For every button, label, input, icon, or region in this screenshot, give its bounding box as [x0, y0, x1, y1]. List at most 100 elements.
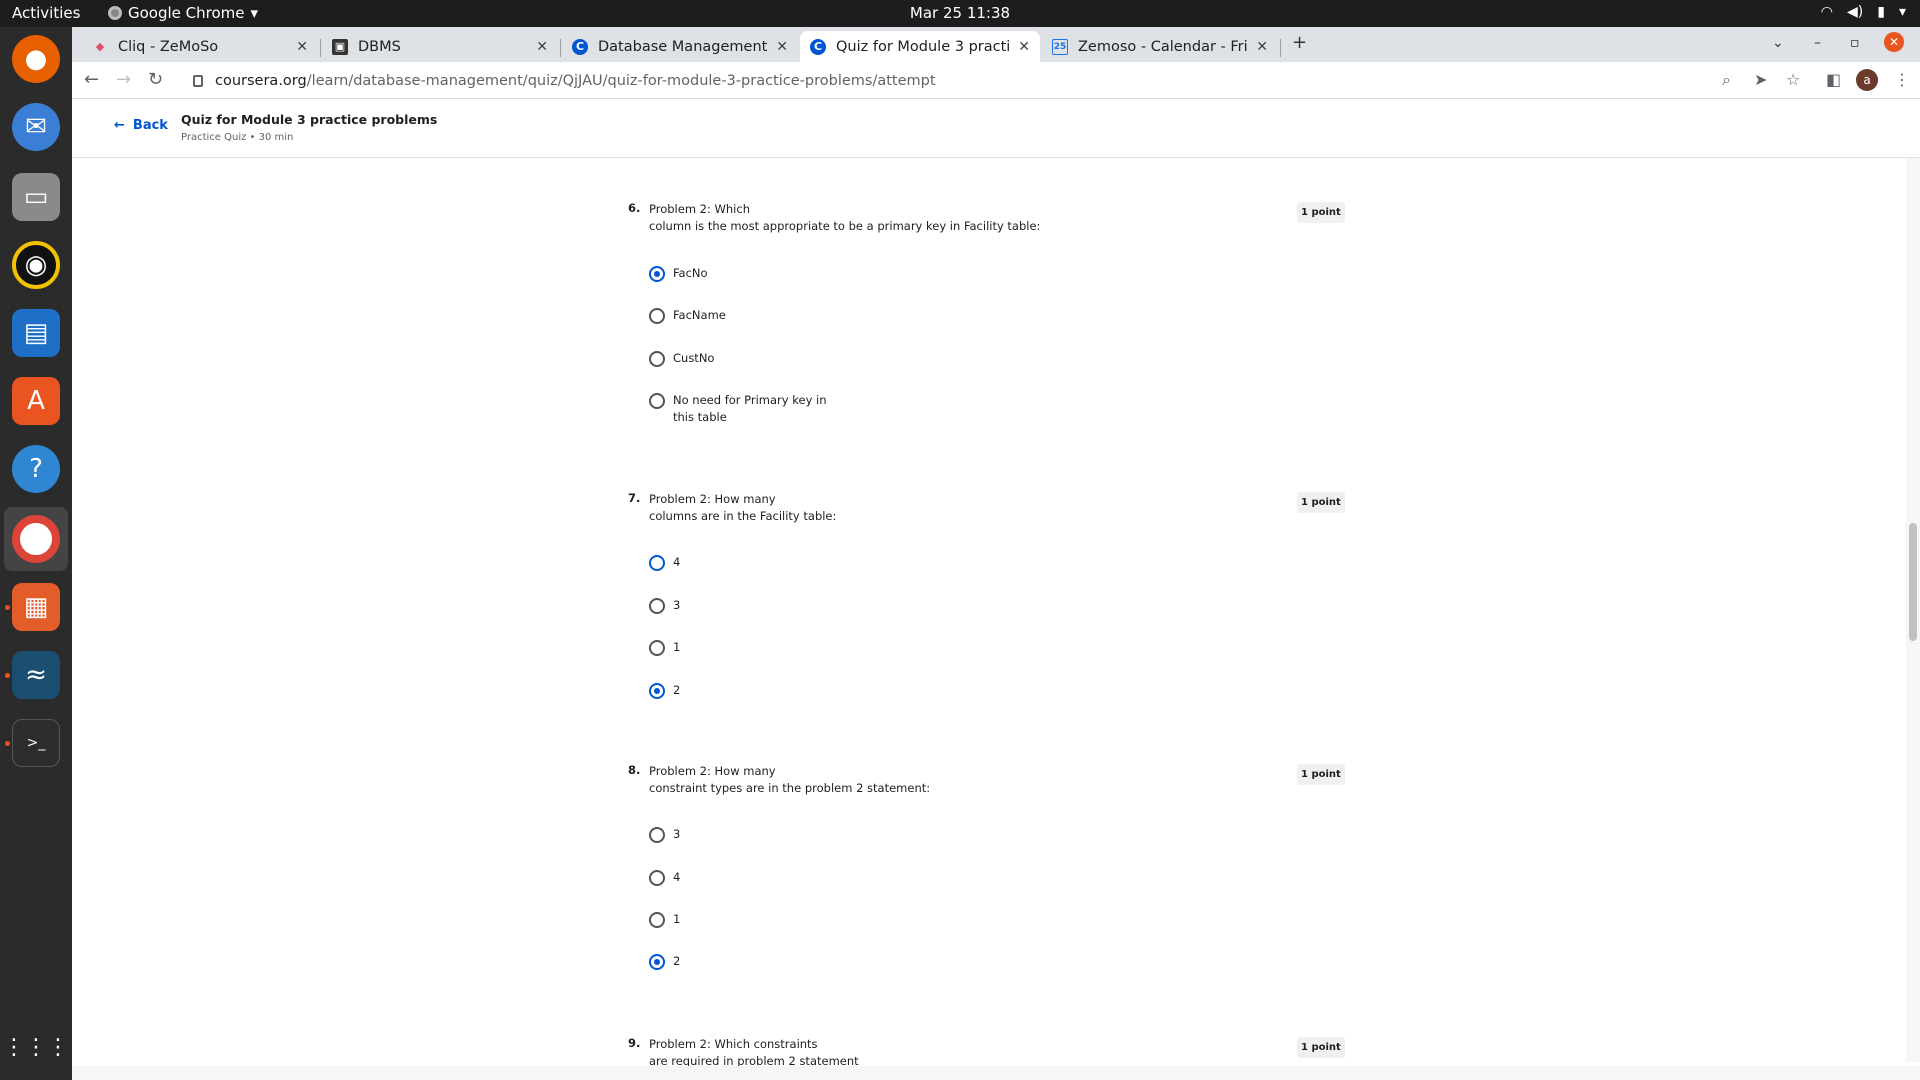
vertical-scrollbar[interactable] — [1906, 158, 1920, 1062]
tab-separator — [320, 39, 321, 57]
tab-quiz[interactable]: C Quiz for Module 3 practic ✕ — [800, 31, 1040, 62]
radio-button[interactable] — [649, 827, 665, 843]
question-number: 8. — [628, 763, 641, 777]
answer-option[interactable]: FacNo — [649, 265, 708, 282]
radio-button[interactable] — [649, 266, 665, 282]
tab-cliq[interactable]: ◆ Cliq - ZeMoSo ✕ — [82, 31, 318, 62]
radio-button[interactable] — [649, 351, 665, 367]
tab-calendar[interactable]: 25 Zemoso - Calendar - Friday ✕ — [1042, 31, 1278, 62]
close-window-icon[interactable]: ✕ — [1884, 32, 1904, 52]
radio-button[interactable] — [649, 308, 665, 324]
answer-option[interactable]: 3 — [649, 597, 680, 614]
radio-button[interactable] — [649, 598, 665, 614]
mysql-workbench-icon[interactable]: ≈ — [12, 651, 60, 699]
zoom-icon[interactable]: ⌕ — [1722, 70, 1731, 90]
maximize-icon[interactable]: ▫ — [1850, 35, 1860, 51]
option-label: 1 — [673, 912, 681, 926]
quiz-subtitle: Practice Quiz • 30 min — [181, 132, 294, 143]
tab-title: Quiz for Module 3 practic — [836, 38, 1011, 55]
tab-dbms[interactable]: ▣ DBMS ✕ — [322, 31, 558, 62]
answer-option[interactable]: 1 — [649, 639, 680, 656]
software-icon[interactable]: A — [12, 377, 60, 425]
close-icon[interactable]: ✕ — [296, 39, 308, 55]
forward-arrow-icon[interactable]: → — [116, 69, 131, 90]
cliq-icon: ◆ — [95, 40, 105, 53]
coursera-icon: C — [572, 38, 588, 55]
points-badge: 1 point — [1297, 492, 1345, 513]
answer-option[interactable]: 4 — [649, 554, 680, 571]
clock[interactable]: Mar 25 11:38 — [0, 4, 1920, 22]
question-number: 7. — [628, 491, 641, 505]
tab-database-management[interactable]: C Database Management E ✕ — [562, 31, 798, 62]
side-panel-icon[interactable]: ◧ — [1826, 70, 1841, 89]
answer-option[interactable]: 2 — [649, 682, 680, 699]
tab-strip: ◆ Cliq - ZeMoSo ✕ ▣ DBMS ✕ C Database Ma… — [72, 27, 1920, 62]
radio-button[interactable] — [649, 870, 665, 886]
quiz-header: ← Back Quiz for Module 3 practice proble… — [72, 100, 1920, 158]
option-label: CustNo — [673, 351, 715, 365]
answer-option[interactable]: 3 — [649, 826, 680, 843]
impress-icon[interactable]: ▦ — [12, 583, 60, 631]
answer-option[interactable]: No need for Primary key in this table — [649, 392, 827, 426]
tab-separator — [1280, 39, 1281, 57]
radio-button[interactable] — [649, 954, 665, 970]
tab-title: Zemoso - Calendar - Friday — [1078, 38, 1248, 55]
question-text: Problem 2: How many constraint types are… — [649, 764, 931, 795]
answer-option[interactable]: 4 — [649, 869, 680, 886]
dbms-icon: ▣ — [332, 38, 348, 55]
close-icon[interactable]: ✕ — [1018, 39, 1030, 55]
question-number: 9. — [628, 1036, 641, 1050]
address-bar[interactable]: coursera.org/learn/database-management/q… — [185, 66, 1835, 95]
answer-option[interactable]: 1 — [649, 911, 680, 928]
rhythmbox-icon[interactable]: ◉ — [12, 241, 60, 289]
question-text: Problem 2: How many columns are in the F… — [649, 492, 837, 523]
tab-search-icon[interactable]: ⌄ — [1772, 35, 1784, 51]
writer-icon[interactable]: ▤ — [12, 309, 60, 357]
radio-button[interactable] — [649, 683, 665, 699]
tab-separator — [560, 39, 561, 57]
url-path: /learn/database-management/quiz/QjJAU/qu… — [306, 72, 936, 89]
horizontal-scrollbar[interactable] — [72, 1066, 1920, 1080]
points-badge: 1 point — [1297, 202, 1345, 223]
help-icon[interactable]: ? — [12, 445, 60, 493]
show-apps-icon[interactable]: ⋮⋮⋮ — [3, 1023, 69, 1071]
question-number: 6. — [628, 201, 641, 215]
radio-button[interactable] — [649, 555, 665, 571]
radio-button[interactable] — [649, 640, 665, 656]
system-tray[interactable]: ◠ ◀) ▮ ▾ — [1821, 4, 1906, 20]
answer-option[interactable]: FacName — [649, 307, 726, 324]
option-label: 4 — [673, 555, 681, 569]
calendar-icon: 25 — [1052, 38, 1068, 55]
answer-option[interactable]: 2 — [649, 953, 680, 970]
scrollbar-thumb[interactable] — [1909, 523, 1917, 641]
radio-button[interactable] — [649, 912, 665, 928]
option-label: 4 — [673, 870, 681, 884]
close-icon[interactable]: ✕ — [776, 39, 788, 55]
running-indicator — [5, 741, 10, 746]
chrome-icon[interactable] — [12, 515, 60, 563]
chrome-menu-icon[interactable]: ⋮ — [1894, 70, 1910, 89]
quiz-title: Quiz for Module 3 practice problems — [181, 112, 438, 127]
terminal-icon[interactable]: >_ — [12, 719, 60, 767]
files-icon[interactable]: ▭ — [12, 173, 60, 221]
back-arrow-icon[interactable]: ← — [84, 69, 99, 90]
radio-button[interactable] — [649, 393, 665, 409]
tab-title: Database Management E — [598, 38, 769, 55]
close-icon[interactable]: ✕ — [536, 39, 548, 55]
back-link[interactable]: ← Back — [114, 118, 168, 133]
thunderbird-icon[interactable]: ✉ — [12, 103, 60, 151]
arrow-left-icon: ← — [114, 118, 125, 133]
option-label: 3 — [673, 598, 681, 612]
firefox-icon[interactable]: ● — [12, 35, 60, 83]
profile-avatar[interactable]: a — [1856, 69, 1878, 91]
answer-option[interactable]: CustNo — [649, 350, 714, 367]
reload-icon[interactable]: ↻ — [148, 69, 163, 90]
close-icon[interactable]: ✕ — [1256, 39, 1268, 55]
back-label: Back — [132, 118, 168, 133]
minimize-icon[interactable]: – — [1814, 35, 1821, 51]
lock-icon — [193, 74, 203, 87]
new-tab-icon[interactable]: + — [1292, 32, 1307, 53]
option-label: 1 — [673, 640, 681, 654]
send-icon[interactable]: ➤ — [1754, 70, 1767, 89]
bookmark-star-icon[interactable]: ☆ — [1786, 70, 1800, 89]
